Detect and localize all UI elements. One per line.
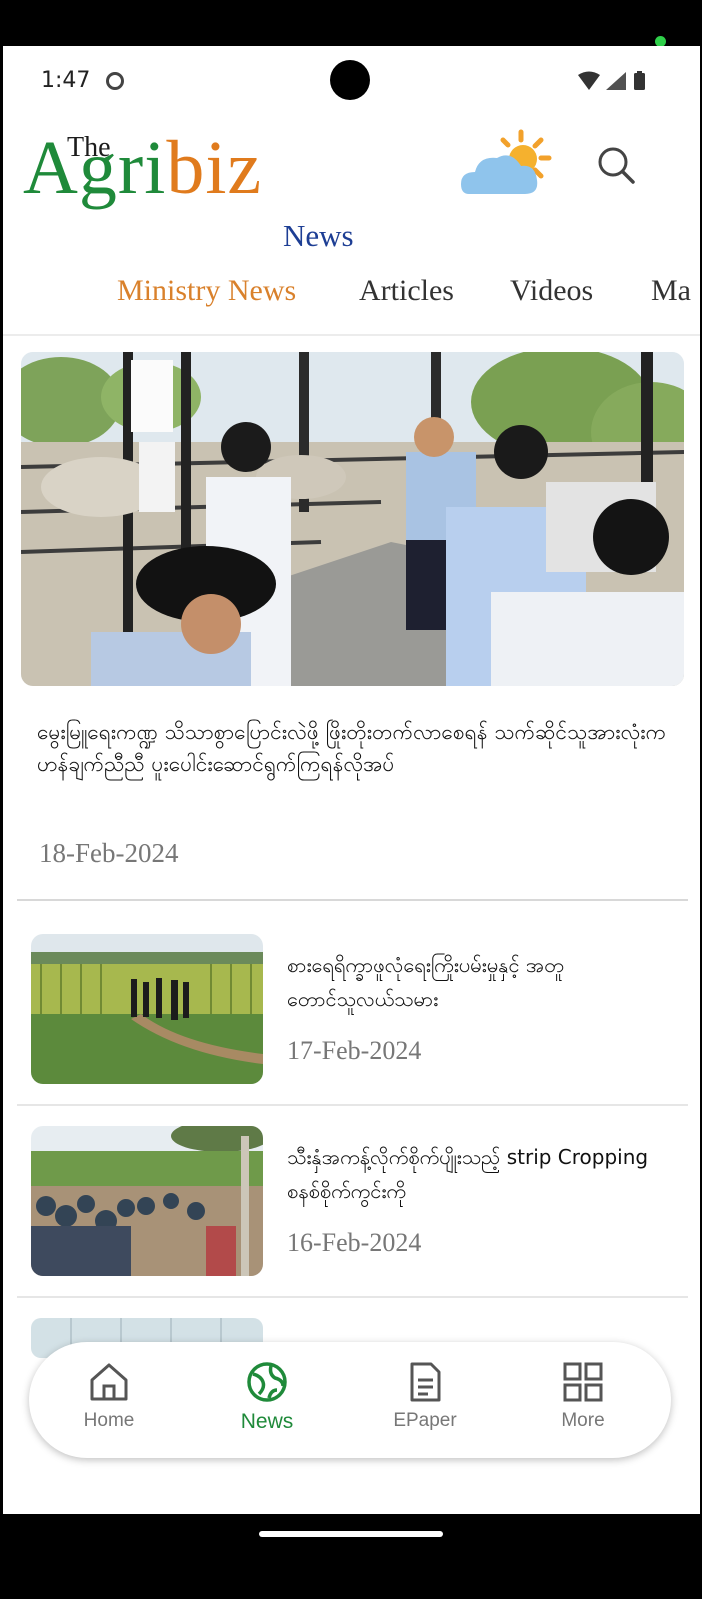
logo-biz-text: biz (166, 126, 263, 210)
nav-more-label: More (561, 1410, 605, 1431)
bottom-navigation: Home News EPaper More (29, 1342, 671, 1458)
logo-agri-text: Agri (23, 126, 167, 210)
signal-icon (606, 72, 626, 90)
battery-icon (634, 73, 645, 90)
tab-articles[interactable]: Articles (359, 274, 454, 308)
news-date: 17-Feb-2024 (287, 1036, 422, 1065)
logo-news-text: News (283, 218, 354, 253)
wifi-icon (578, 71, 600, 90)
nav-home-label: Home (83, 1410, 135, 1431)
nav-home[interactable]: Home (49, 1360, 169, 1432)
notification-icon (106, 72, 124, 90)
divider (17, 1104, 688, 1106)
news-thumbnail (31, 934, 263, 1084)
logo-wordmark: Agribiz (23, 130, 262, 206)
featured-news-image[interactable] (21, 352, 684, 686)
globe-icon (247, 1362, 287, 1402)
news-title: စားရေရိက္ခာဖူလုံရေးကြိုးပမ်းမှုနှင့် အတူ… (287, 953, 564, 1011)
document-icon (410, 1362, 441, 1402)
nav-more[interactable]: More (523, 1360, 643, 1432)
featured-news-date: 18-Feb-2024 (39, 838, 179, 868)
home-gesture-bar[interactable] (259, 1531, 443, 1537)
status-time: 1:47 (41, 68, 91, 93)
divider (17, 1296, 688, 1298)
category-tabs: Ministry News Articles Videos Ma (3, 274, 700, 336)
nav-epaper-label: EPaper (393, 1410, 457, 1431)
home-icon (90, 1363, 128, 1401)
agribiz-logo[interactable]: The Agribiz News (23, 126, 383, 266)
featured-news-title[interactable]: မွေးမြူရေးကဏ္ဍ သိသာစွာပြောင်းလဲဖို့ ဖြို… (37, 716, 683, 780)
news-title: သီးနှံအကန့်လိုက်စိုက်ပျိုးသည့် strip Cro… (287, 1145, 649, 1203)
tab-videos[interactable]: Videos (510, 274, 593, 308)
weather-icon[interactable] (461, 126, 556, 206)
tab-ministry-news[interactable]: Ministry News (117, 274, 296, 308)
nav-epaper[interactable]: EPaper (365, 1360, 485, 1432)
search-icon[interactable] (595, 144, 637, 186)
tab-magazine[interactable]: Ma (651, 274, 691, 308)
status-bar: 1:47 (3, 46, 700, 116)
front-camera (330, 60, 370, 100)
news-date: 16-Feb-2024 (287, 1228, 422, 1257)
news-list-item[interactable]: စားရေရိက္ခာဖူလုံရေးကြိုးပမ်းမှုနှင့် အတူ… (17, 934, 688, 1124)
news-list-item[interactable]: သီးနှံအကန့်လိုက်စိုက်ပျိုးသည့် strip Cro… (17, 1126, 688, 1316)
nav-news[interactable]: News (207, 1360, 327, 1434)
grid-icon (563, 1362, 603, 1402)
news-thumbnail (31, 1126, 263, 1276)
divider (17, 899, 688, 901)
system-status-icons (578, 71, 645, 90)
nav-news-label: News (240, 1410, 294, 1433)
app-screen: 1:47 The Agribiz News Ministry News Arti… (3, 46, 700, 1514)
